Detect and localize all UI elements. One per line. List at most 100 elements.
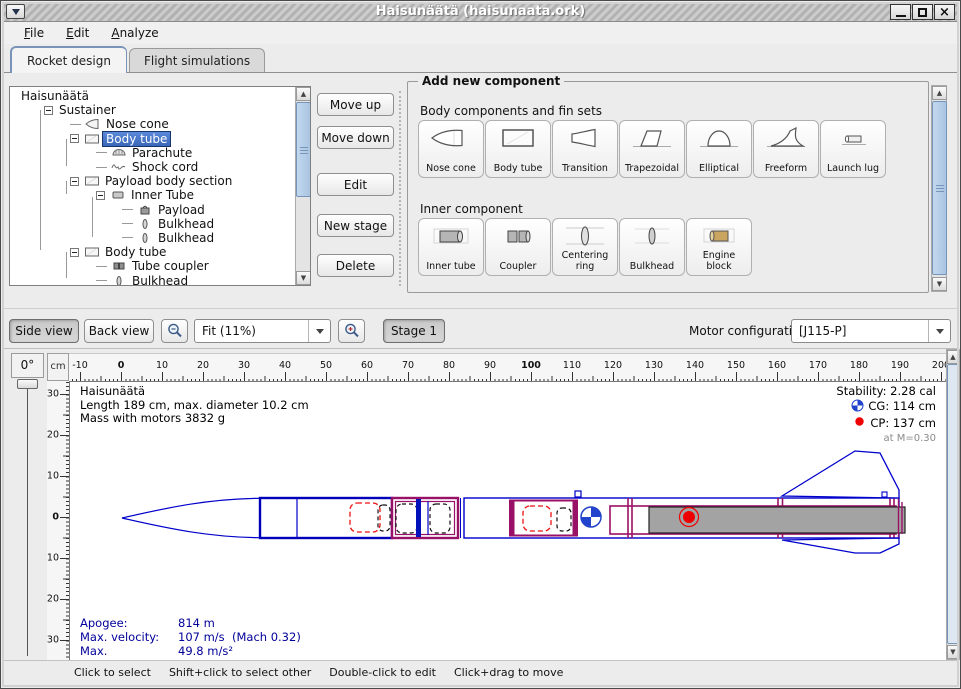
tree-item[interactable]: Body tube bbox=[10, 245, 294, 259]
tree-item[interactable]: Shock cord bbox=[10, 160, 294, 174]
tree-item[interactable]: Nose cone bbox=[10, 117, 294, 131]
tab-rocket-design[interactable]: Rocket design bbox=[10, 46, 127, 73]
dropdown-button[interactable] bbox=[928, 320, 950, 342]
minimize-button[interactable] bbox=[890, 4, 911, 20]
zoom-out-button[interactable] bbox=[161, 319, 188, 343]
delete-button[interactable]: Delete bbox=[317, 254, 394, 277]
collapse-icon[interactable] bbox=[70, 134, 79, 143]
chevron-down-icon bbox=[316, 329, 324, 334]
tree-connector bbox=[40, 110, 41, 250]
back-view-button[interactable]: Back view bbox=[84, 319, 154, 343]
motor-configuration-select[interactable]: [J115-P] bbox=[791, 319, 951, 343]
body-tube-shape[interactable] bbox=[260, 498, 392, 538]
tree-item-label[interactable]: Bulkhead bbox=[129, 274, 191, 286]
tree-item[interactable]: Inner Tube bbox=[10, 188, 294, 202]
component-tree[interactable]: HaisunäätäSustainerNose coneBody tubePar… bbox=[9, 86, 311, 286]
panel-scrollbar-thumb[interactable] bbox=[932, 101, 947, 275]
close-button[interactable]: × bbox=[934, 4, 955, 20]
component-button-label: Centering ring bbox=[553, 251, 617, 272]
panel-splitter[interactable] bbox=[399, 91, 402, 286]
add-transition-button[interactable]: Transition bbox=[552, 120, 618, 178]
move-down-button[interactable]: Move down bbox=[317, 126, 394, 149]
collapse-icon[interactable] bbox=[96, 191, 105, 200]
collapse-icon[interactable] bbox=[70, 177, 79, 186]
maximize-button[interactable] bbox=[912, 4, 933, 20]
tree-item-label[interactable]: Sustainer bbox=[56, 103, 119, 117]
tree-item-label[interactable]: Body tube bbox=[102, 245, 169, 259]
tree-item[interactable]: Bulkhead bbox=[10, 273, 294, 286]
tree-item-label[interactable]: Inner Tube bbox=[128, 188, 197, 202]
tree-item-label[interactable]: Parachute bbox=[129, 146, 195, 160]
add-engine-block-button[interactable]: Engine block bbox=[686, 218, 752, 276]
add-nose-cone-button[interactable]: Nose cone bbox=[418, 120, 484, 178]
tree-scrollbar-thumb[interactable] bbox=[296, 102, 311, 197]
add-body-tube-button[interactable]: Body tube bbox=[485, 120, 551, 178]
tree-item-label[interactable]: Payload bbox=[155, 203, 208, 217]
menu-file[interactable]: File bbox=[15, 24, 53, 42]
tree-item[interactable]: Body tube bbox=[10, 132, 294, 146]
component-panel-scrollbar[interactable]: ▲ ▼ bbox=[931, 85, 947, 292]
tree-item[interactable]: Sustainer bbox=[10, 103, 294, 117]
tree-item[interactable]: Payload bbox=[10, 203, 294, 217]
scroll-down-icon[interactable]: ▼ bbox=[947, 645, 959, 659]
scroll-up-icon[interactable]: ▲ bbox=[947, 350, 959, 364]
tree-item-label[interactable]: Bulkhead bbox=[155, 217, 217, 231]
tree-item[interactable]: Haisunäätä bbox=[10, 89, 294, 103]
component-button-label: Engine block bbox=[687, 251, 751, 272]
add-bulkhead-button[interactable]: Bulkhead bbox=[619, 218, 685, 276]
tree-item-label[interactable]: Shock cord bbox=[129, 160, 201, 174]
shock-cord-icon bbox=[109, 161, 129, 173]
dropdown-button[interactable] bbox=[308, 320, 330, 342]
move-up-button[interactable]: Move up bbox=[317, 93, 394, 116]
scroll-down-icon[interactable]: ▼ bbox=[296, 271, 311, 285]
edit-button[interactable]: Edit bbox=[317, 173, 394, 196]
tree-item-label[interactable]: Body tube bbox=[102, 131, 171, 147]
nose-cone-shape[interactable] bbox=[122, 498, 260, 538]
add-coupler-button[interactable]: Coupler bbox=[485, 218, 551, 276]
canvas-scrollbar-thumb[interactable] bbox=[947, 364, 959, 644]
add-freeform-button[interactable]: Freeform bbox=[753, 120, 819, 178]
ruler-unit: cm bbox=[47, 353, 69, 381]
add-component-title: Add new component bbox=[418, 74, 564, 88]
scroll-down-icon[interactable]: ▼ bbox=[932, 277, 947, 291]
rocket-canvas[interactable]: Haisunäätä Length 189 cm, max. diameter … bbox=[69, 381, 946, 660]
h-ruler-label: 20 bbox=[197, 360, 209, 371]
zoom-level-select[interactable]: Fit (11%) bbox=[194, 319, 331, 343]
scroll-up-icon[interactable]: ▲ bbox=[932, 86, 947, 100]
add-launch-lug-button[interactable]: Launch lug bbox=[820, 120, 886, 178]
tree-item-label[interactable]: Tube coupler bbox=[129, 259, 212, 273]
minimize-icon bbox=[896, 15, 906, 17]
menu-analyze[interactable]: Analyze bbox=[102, 24, 167, 42]
new-stage-button[interactable]: New stage bbox=[317, 214, 394, 237]
add-elliptical-button[interactable]: Elliptical bbox=[686, 120, 752, 178]
add-trapezoidal-button[interactable]: Trapezoidal bbox=[619, 120, 685, 178]
coupler-icon bbox=[486, 223, 550, 249]
tree-item[interactable]: Bulkhead bbox=[10, 217, 294, 231]
stage-1-toggle[interactable]: Stage 1 bbox=[383, 319, 445, 343]
tree-item-label[interactable]: Nose cone bbox=[103, 117, 172, 131]
flight-info-row: Max. velocity:107 m/s (Mach 0.32) bbox=[80, 630, 301, 644]
tree-item[interactable]: Tube coupler bbox=[10, 259, 294, 273]
zoom-in-button[interactable] bbox=[338, 319, 365, 343]
side-view-button[interactable]: Side view bbox=[9, 319, 79, 343]
add-inner-tube-button[interactable]: Inner tube bbox=[418, 218, 484, 276]
tree-item[interactable]: Parachute bbox=[10, 146, 294, 160]
payload-section-shape[interactable] bbox=[392, 498, 458, 538]
menu-edit[interactable]: Edit bbox=[57, 24, 98, 42]
canvas-scrollbar[interactable]: ▲ ▼ bbox=[946, 349, 960, 660]
tree-scrollbar[interactable]: ▲ ▼ bbox=[295, 87, 310, 285]
tree-item-label[interactable]: Payload body section bbox=[102, 174, 235, 188]
tab-flight-simulations[interactable]: Flight simulations bbox=[129, 48, 265, 72]
flight-info: Apogee:814 mMax. velocity:107 m/s (Mach … bbox=[80, 616, 301, 660]
collapse-icon[interactable] bbox=[70, 248, 79, 257]
scroll-up-icon[interactable]: ▲ bbox=[296, 87, 311, 101]
rotation-slider[interactable] bbox=[27, 383, 28, 656]
tree-item-label[interactable]: Bulkhead bbox=[155, 231, 217, 245]
add-centering-ring-button[interactable]: Centering ring bbox=[552, 218, 618, 276]
tree-item[interactable]: Bulkhead bbox=[10, 231, 294, 245]
rotation-slider-handle[interactable] bbox=[17, 379, 38, 389]
collapse-icon[interactable] bbox=[44, 106, 53, 115]
title-bar[interactable]: Haisunäätä (haisunaata.ork) × bbox=[2, 2, 959, 22]
tree-item-label[interactable]: Haisunäätä bbox=[18, 89, 92, 103]
tree-item[interactable]: Payload body section bbox=[10, 174, 294, 188]
